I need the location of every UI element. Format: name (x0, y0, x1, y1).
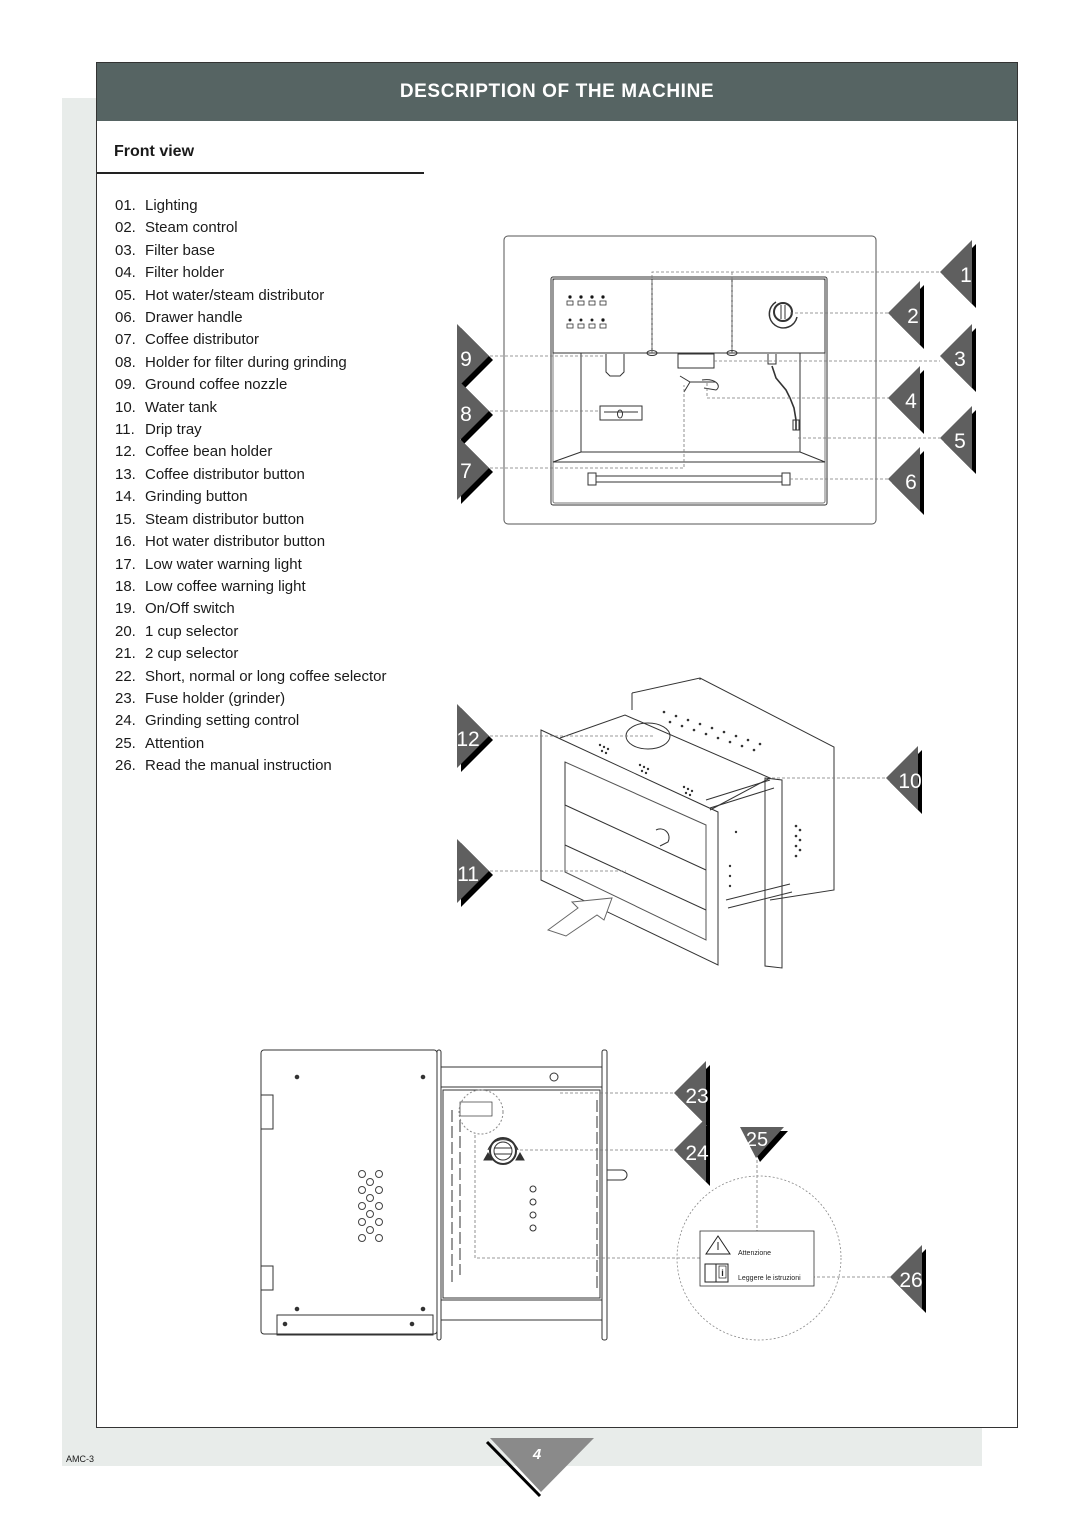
svg-text:23: 23 (685, 1085, 708, 1108)
diagram-layer: 1 2 3 4 5 6 9 8 7 12 10 11 Attenzione i … (260, 235, 976, 1498)
perspective-leader-lines (490, 735, 886, 872)
svg-text:4: 4 (532, 1446, 542, 1463)
callout-marker-7: 7 (457, 436, 493, 504)
svg-text:9: 9 (460, 348, 472, 371)
callout-marker-2: 2 (888, 281, 924, 349)
svg-text:Attenzione: Attenzione (738, 1250, 771, 1257)
top-view-diagram (260, 1049, 628, 1341)
svg-text:26: 26 (899, 1269, 922, 1292)
svg-text:11: 11 (457, 863, 479, 886)
svg-text:3: 3 (954, 348, 966, 371)
perspective-diagram (540, 677, 835, 969)
callout-marker-3: 3 (940, 324, 976, 392)
svg-text:8: 8 (460, 403, 472, 426)
callout-marker-25: 25 (740, 1127, 788, 1162)
svg-text:12: 12 (456, 728, 479, 751)
svg-text:4: 4 (905, 390, 917, 413)
callout-marker-11: 11 (457, 839, 493, 907)
callout-marker-10: 10 (886, 746, 922, 814)
svg-text:25: 25 (746, 1129, 768, 1151)
svg-text:1: 1 (960, 264, 972, 287)
callout-marker-12: 12 (456, 704, 493, 772)
svg-text:2: 2 (907, 305, 919, 328)
steam-knob (768, 301, 798, 329)
svg-text:7: 7 (460, 460, 472, 483)
top-leader-lines (474, 1092, 892, 1278)
svg-text:6: 6 (905, 471, 917, 494)
callout-marker-4: 4 (888, 366, 924, 434)
warning-label-detail: Attenzione i Leggere le istruzioni (676, 1175, 842, 1341)
callout-marker-5: 5 (940, 406, 976, 474)
callout-marker-6: 6 (888, 447, 924, 515)
svg-text:24: 24 (685, 1142, 709, 1165)
callout-marker-1: 1 (940, 240, 976, 308)
svg-text:Leggere le istruzioni: Leggere le istruzioni (738, 1275, 801, 1282)
callout-marker-23: 23 (674, 1061, 710, 1129)
svg-text:i: i (721, 1268, 724, 1278)
front-view-diagram (503, 235, 877, 525)
callout-marker-26: 26 (890, 1245, 926, 1313)
callout-marker-24: 24 (674, 1118, 710, 1186)
control-panel-buttons (566, 295, 607, 329)
page-number-marker: 4 (485, 1438, 594, 1498)
svg-text:10: 10 (898, 770, 921, 793)
callout-marker-9: 9 (457, 324, 493, 392)
svg-text:5: 5 (954, 430, 966, 453)
front-leader-lines (490, 271, 940, 480)
document-code: AMC-3 (66, 1454, 95, 1464)
callout-marker-8: 8 (457, 379, 493, 447)
